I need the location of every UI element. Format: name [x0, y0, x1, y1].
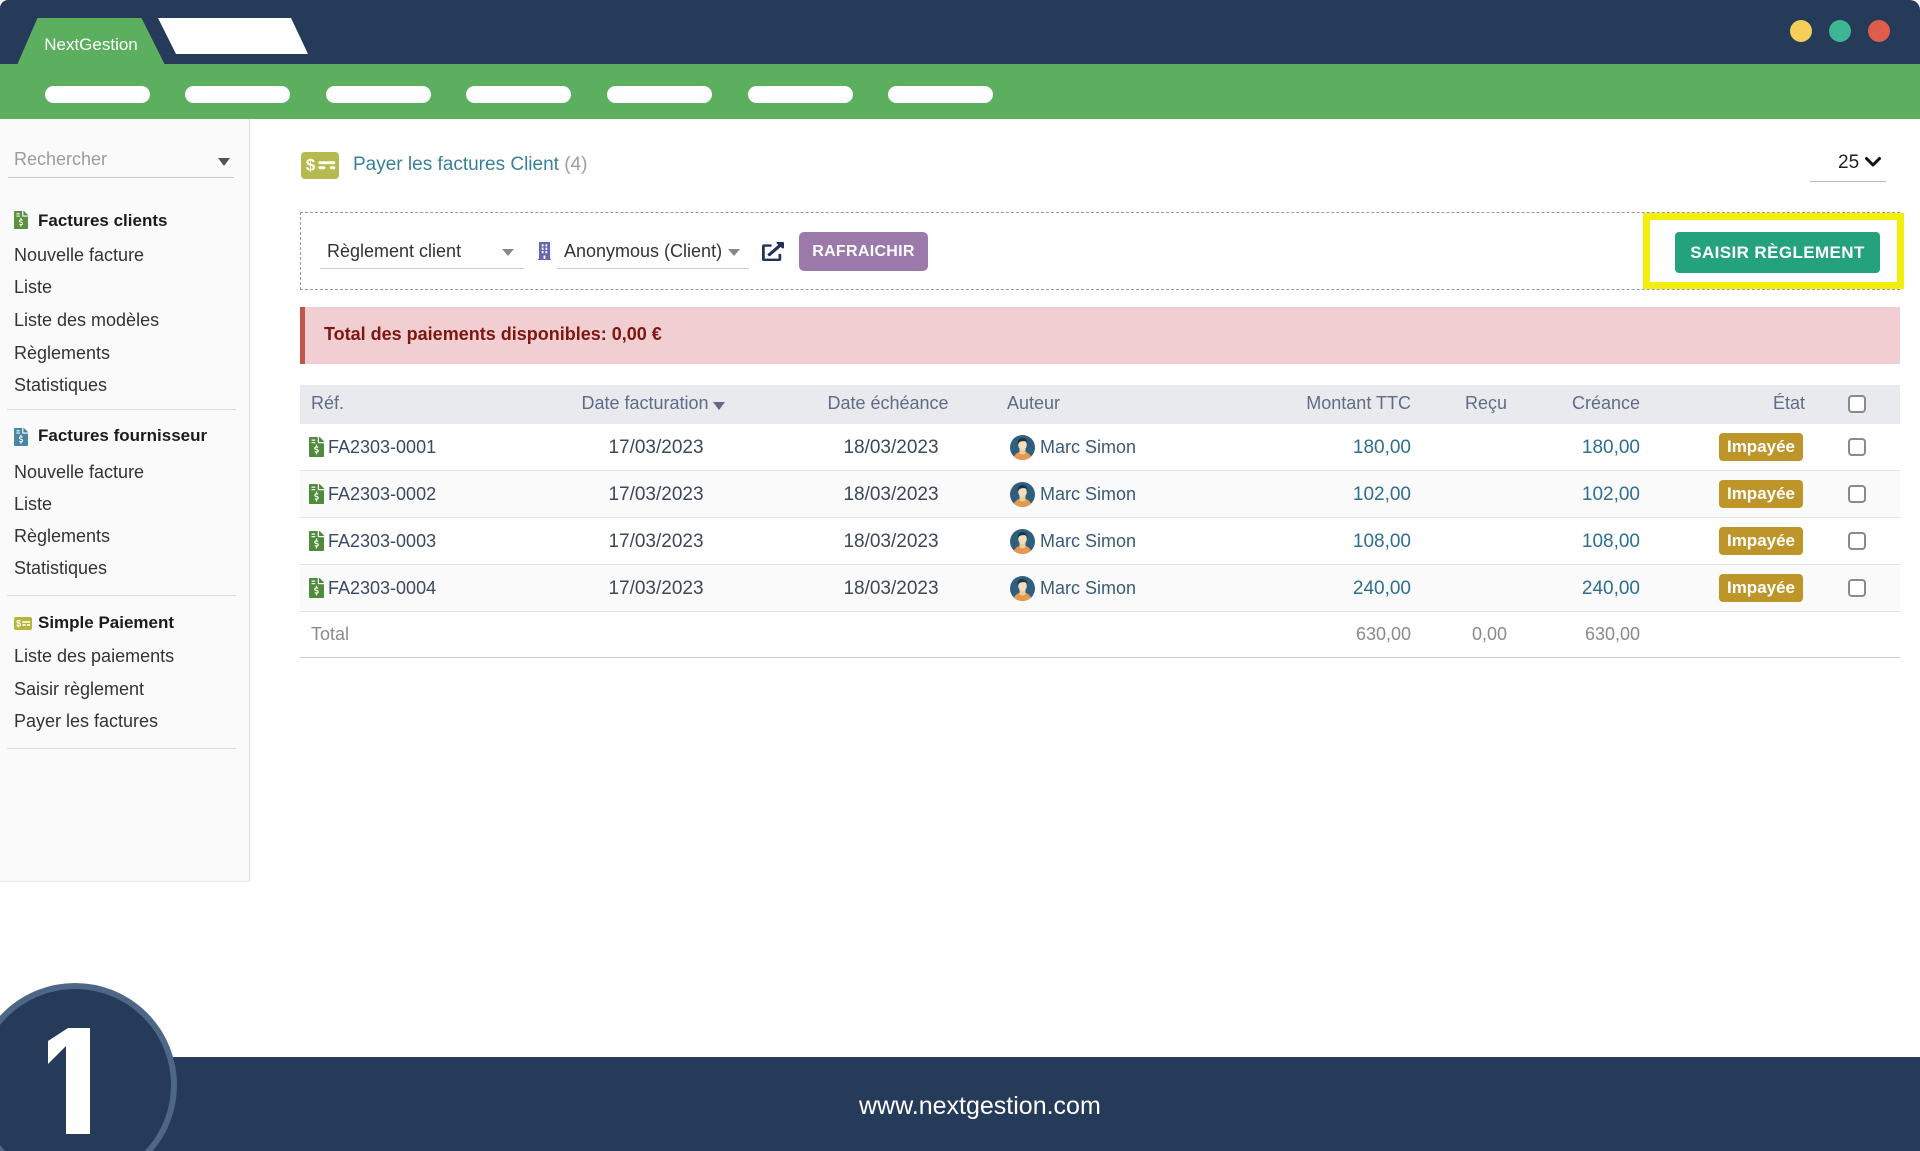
svg-text:$: $ — [306, 156, 316, 175]
svg-text:$: $ — [16, 619, 21, 629]
